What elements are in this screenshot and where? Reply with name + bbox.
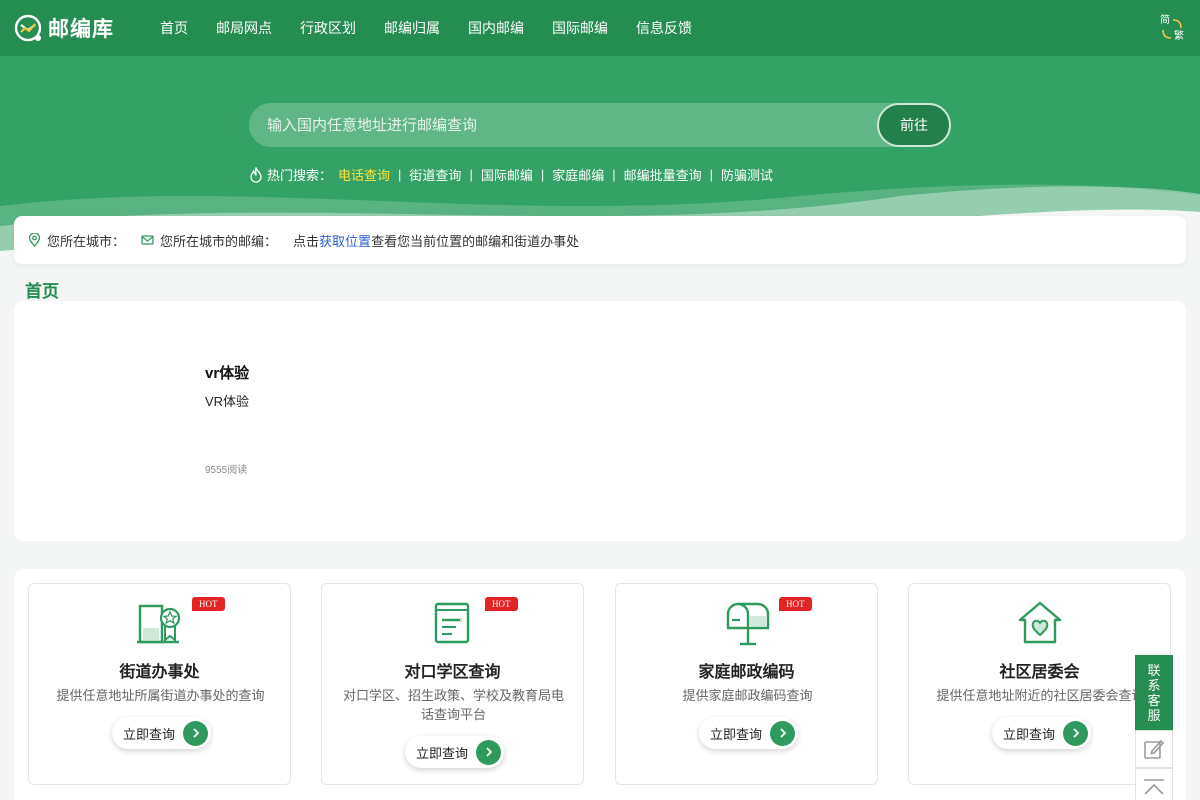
edit-icon xyxy=(1144,739,1165,759)
locate-hint: 点击 获取位置 查看您当前位置的邮编和街道办事处 xyxy=(293,231,579,250)
service-card-street-office[interactable]: HOT 街道办事处 提供任意地址所属街道办事处的查询 立即查询 xyxy=(28,583,291,785)
chevron-up-icon xyxy=(1144,779,1164,795)
city-label: 您所在城市： xyxy=(47,233,126,249)
hot-badge: HOT xyxy=(779,597,812,611)
query-now-button[interactable]: 立即查询 xyxy=(112,717,212,749)
lang-simplified: 简 xyxy=(1160,15,1170,26)
service-card-school-district[interactable]: HOT 对口学区查询 对口学区、招生政策、学校及教育局电话查询平台 立即查询 xyxy=(321,583,584,785)
nav-item-international-zip[interactable]: 国际邮编 xyxy=(538,18,622,38)
location-bar: 您所在城市： 您所在城市的邮编： 点击 获取位置 查看您当前位置的邮编和街道办事… xyxy=(14,216,1186,264)
language-toggle[interactable]: 简 繁 xyxy=(1160,16,1184,42)
service-title: 家庭邮政编码 xyxy=(698,664,795,681)
zip-label: 您所在城市的邮编： xyxy=(160,233,278,249)
hot-link-street[interactable]: 街道查询 xyxy=(409,165,461,184)
service-description: 对口学区、招生政策、学校及教育局电话查询平台 xyxy=(342,688,564,722)
mail-icon xyxy=(141,235,154,245)
hot-search: 热门搜索： 电话查询 | 街道查询 | 国际邮编 | 家庭邮编 | 邮编批量查询… xyxy=(249,165,773,184)
city-segment: 您所在城市： xyxy=(28,231,125,250)
query-now-button[interactable]: 立即查询 xyxy=(405,736,505,768)
search-input[interactable] xyxy=(249,103,869,147)
school-district-icon xyxy=(434,602,469,644)
service-description: 提供任意地址附近的社区居委会查询 xyxy=(936,688,1145,703)
get-location-link[interactable]: 获取位置 xyxy=(319,231,371,250)
nav-item-feedback[interactable]: 信息反馈 xyxy=(622,18,706,38)
nav-item-post-offices[interactable]: 邮局网点 xyxy=(202,18,286,38)
article-description: VR体验 xyxy=(205,394,250,409)
hot-link-anti-fraud[interactable]: 防骗测试 xyxy=(721,165,773,184)
article-read-count: 9555阅读 xyxy=(205,465,248,476)
hot-search-label: 热门搜索： xyxy=(267,168,333,183)
page-title: 首页 xyxy=(25,282,59,301)
logo-text: 邮编库 xyxy=(48,18,114,41)
service-title: 街道办事处 xyxy=(119,664,200,681)
service-card-community[interactable]: 社区居委会 提供任意地址附近的社区居委会查询 立即查询 xyxy=(908,583,1171,785)
services-panel: HOT 街道办事处 提供任意地址所属街道办事处的查询 立即查询 HOT 对口学区… xyxy=(14,569,1186,800)
nav-item-divisions[interactable]: 行政区划 xyxy=(286,18,370,38)
hot-link-home-zip[interactable]: 家庭邮编 xyxy=(552,165,604,184)
nav-item-domestic-zip[interactable]: 国内邮编 xyxy=(454,18,538,38)
hot-badge: HOT xyxy=(485,597,518,611)
mailbox-icon xyxy=(726,602,769,646)
community-house-icon xyxy=(1018,601,1061,644)
street-office-icon xyxy=(136,604,180,644)
service-title: 社区居委会 xyxy=(999,664,1080,681)
hot-link-international[interactable]: 国际邮编 xyxy=(481,165,533,184)
hot-badge: HOT xyxy=(192,597,225,611)
top-navbar: 邮编库 首页 邮局网点 行政区划 邮编归属 国内邮编 国际邮编 信息反馈 简 繁 xyxy=(0,0,1200,56)
search-submit-button[interactable]: 前往 xyxy=(877,103,951,147)
back-to-top-button[interactable] xyxy=(1135,768,1173,800)
zip-segment: 您所在城市的邮编： xyxy=(141,231,277,250)
main-nav: 首页 邮局网点 行政区划 邮编归属 国内邮编 国际邮编 信息反馈 xyxy=(146,0,706,56)
hot-link-batch[interactable]: 邮编批量查询 xyxy=(624,165,702,184)
location-pin-icon xyxy=(28,233,41,247)
search-bar: 前往 xyxy=(249,103,951,147)
article-title[interactable]: vr体验 xyxy=(205,362,249,383)
service-title: 对口学区查询 xyxy=(404,664,501,681)
fire-icon xyxy=(250,166,262,183)
service-description: 提供家庭邮政编码查询 xyxy=(682,688,813,703)
service-card-home-zip[interactable]: HOT 家庭邮政编码 提供家庭邮政编码查询 立即查询 xyxy=(615,583,878,785)
hot-link-phone[interactable]: 电话查询 xyxy=(338,165,390,184)
chevron-right-icon xyxy=(476,739,502,765)
site-logo[interactable]: 邮编库 xyxy=(14,13,114,43)
chevron-right-icon xyxy=(1063,720,1089,746)
lang-traditional: 繁 xyxy=(1174,31,1184,42)
nav-item-zip-attribution[interactable]: 邮编归属 xyxy=(370,18,454,38)
service-description: 提供任意地址所属街道办事处的查询 xyxy=(56,688,265,703)
chevron-right-icon xyxy=(183,720,209,746)
nav-item-home[interactable]: 首页 xyxy=(146,18,202,38)
query-now-button[interactable]: 立即查询 xyxy=(992,717,1092,749)
feedback-button[interactable] xyxy=(1135,730,1173,768)
customer-service-button[interactable]: 联 系 客 服 xyxy=(1135,655,1173,730)
query-now-button[interactable]: 立即查询 xyxy=(699,717,799,749)
article-card: vr体验 VR体验 9555阅读 xyxy=(14,301,1186,541)
chevron-right-icon xyxy=(770,720,796,746)
logo-icon xyxy=(14,14,42,42)
